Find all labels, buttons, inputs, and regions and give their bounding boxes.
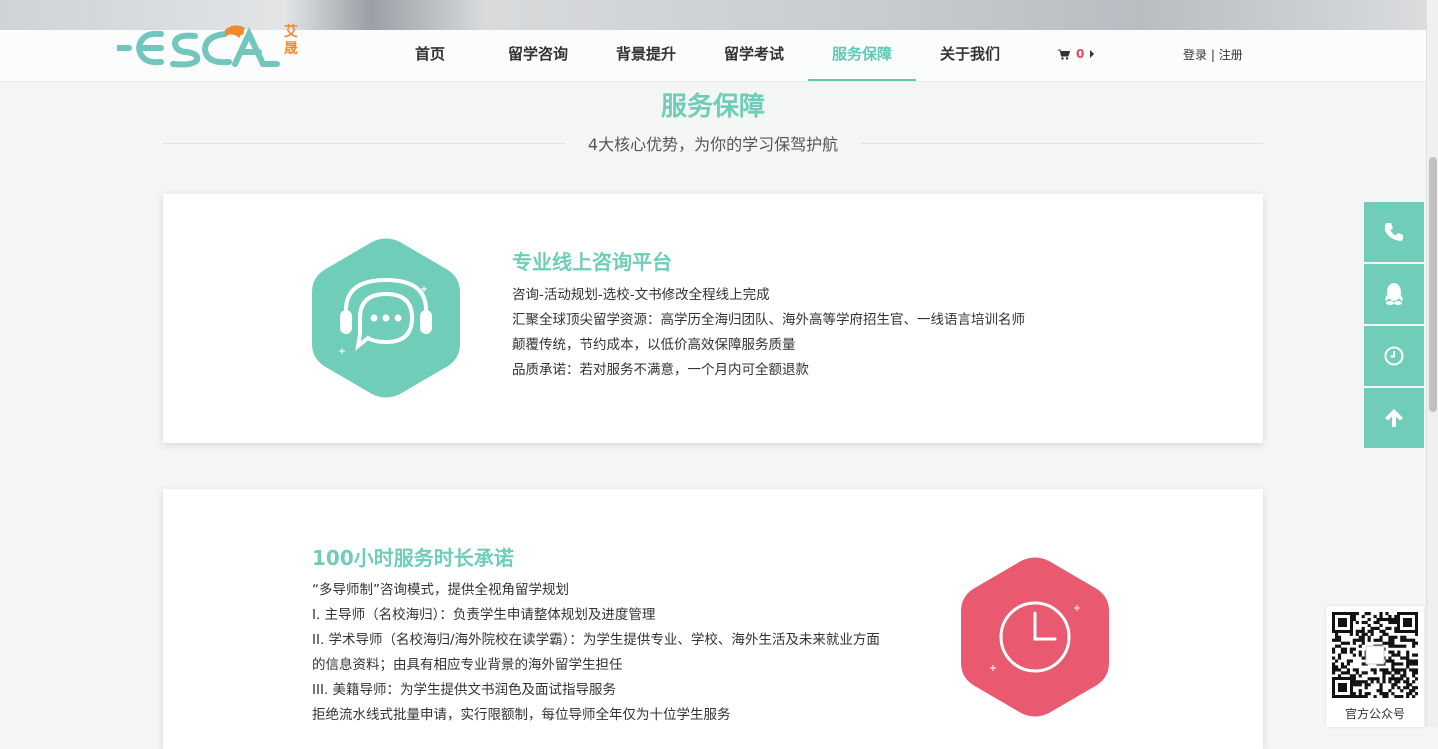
qr-code — [1332, 612, 1418, 698]
section-title: 服务保障 — [660, 92, 765, 122]
feature-card-100-hour-service: 100小时服务时长承诺 “多导师制”咨询模式，提供全视角留学规划 I. 主导师（… — [163, 489, 1263, 749]
section-subtitle: 4大核心优势，为你的学习保驾护航 — [565, 131, 861, 155]
cart-icon — [1058, 49, 1070, 60]
clock-icon — [1384, 346, 1404, 366]
qq-button[interactable] — [1364, 264, 1424, 324]
site-header: 艾晟 首页 留学咨询 背景提升 留学考试 服务保障 关于我们 0 登录 | 注册 — [0, 24, 1426, 82]
phone-button[interactable] — [1364, 202, 1424, 262]
logo-chinese-name: 艾晟 — [284, 24, 298, 57]
cart[interactable]: 0 — [1058, 47, 1095, 61]
card-line: “多导师制”咨询模式，提供全视角留学规划 — [312, 582, 569, 598]
auth-links: 登录 | 注册 — [1183, 46, 1243, 63]
logo[interactable] — [117, 22, 307, 72]
card-line: 拒绝流水线式批量申请，实行限额制，每位导师全年仅为十位学生服务 — [312, 707, 731, 723]
nav-about-us[interactable]: 关于我们 — [916, 30, 1024, 81]
arrow-up-icon — [1385, 409, 1403, 427]
card-title: 专业线上咨询平台 — [512, 250, 672, 274]
qr-caption: 官方公众号 — [1344, 707, 1405, 721]
history-button[interactable] — [1364, 326, 1424, 386]
auth-separator: | — [1210, 48, 1215, 62]
feature-card-online-consulting: 专业线上咨询平台 咨询-活动规划-选校-文书修改全程线上完成 汇聚全球顶尖留学资… — [163, 194, 1263, 443]
card-title: 100小时服务时长承诺 — [312, 546, 514, 570]
chat-headset-icon — [312, 238, 460, 398]
nav-background-improvement[interactable]: 背景提升 — [592, 30, 700, 81]
card-description: 咨询-活动规划-选校-文书修改全程线上完成 汇聚全球顶尖留学资源：高学历全海归团… — [512, 283, 1025, 383]
back-to-top-button[interactable] — [1364, 388, 1424, 448]
scrollbar[interactable] — [1426, 0, 1438, 727]
card-line: III. 美籍导师：为学生提供文书润色及面试指导服务 — [312, 682, 617, 698]
card-description: “多导师制”咨询模式，提供全视角留学规划 I. 主导师（名校海归）：负责学生申请… — [312, 578, 880, 728]
floating-toolbar — [1364, 202, 1424, 450]
nav-service-guarantee[interactable]: 服务保障 — [808, 30, 916, 81]
register-link[interactable]: 注册 — [1219, 48, 1243, 62]
card-line: I. 主导师（名校海归）：负责学生申请整体规划及进度管理 — [312, 607, 656, 623]
main-nav: 首页 留学咨询 背景提升 留学考试 服务保障 关于我们 — [376, 30, 1024, 81]
card-line: II. 学术导师（名校海归/海外院校在读学霸）：为学生提供专业、学校、海外生活及… — [312, 632, 880, 648]
scrollbar-thumb[interactable] — [1429, 157, 1437, 412]
phone-icon — [1384, 223, 1403, 241]
nav-home[interactable]: 首页 — [376, 30, 484, 81]
card-line: 咨询-活动规划-选校-文书修改全程线上完成 — [512, 287, 770, 303]
clock-icon — [961, 557, 1109, 717]
card-line: 品质承诺：若对服务不满意，一个月内可全额退款 — [512, 362, 809, 378]
qq-icon — [1385, 283, 1403, 305]
card-line: 的信息资料；由具有相应专业背景的海外留学生担任 — [312, 657, 623, 673]
wechat-qr-widget: 官方公众号 — [1326, 606, 1424, 727]
nav-study-abroad-exams[interactable]: 留学考试 — [700, 30, 808, 81]
card-line: 汇聚全球顶尖留学资源：高学历全海归团队、海外高等学府招生官、一线语言培训名师 — [512, 312, 1025, 328]
card-line: 颠覆传统，节约成本，以低价高效保障服务质量 — [512, 337, 796, 353]
login-link[interactable]: 登录 — [1183, 48, 1207, 62]
caret-right-icon — [1090, 50, 1095, 58]
cart-count: 0 — [1076, 47, 1085, 61]
nav-study-abroad-consulting[interactable]: 留学咨询 — [484, 30, 592, 81]
